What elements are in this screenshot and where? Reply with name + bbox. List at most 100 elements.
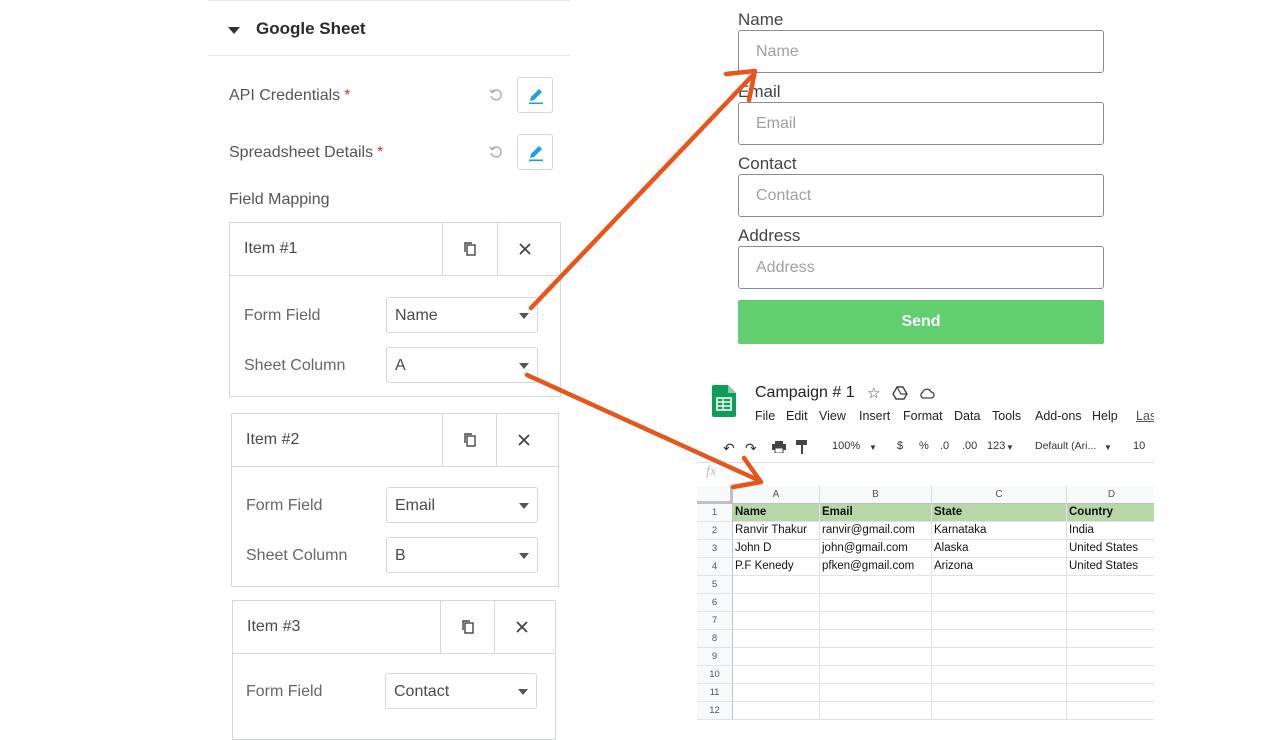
row-number[interactable]: 2 bbox=[697, 522, 733, 540]
redo-icon[interactable]: ↷ bbox=[745, 440, 757, 457]
row-number[interactable]: 7 bbox=[697, 612, 733, 630]
table-cell[interactable] bbox=[1067, 702, 1154, 720]
item-header[interactable]: Item #2 bbox=[232, 414, 558, 467]
column-header-a[interactable]: A bbox=[733, 486, 820, 504]
table-cell[interactable] bbox=[932, 648, 1067, 666]
reset-icon[interactable] bbox=[489, 88, 503, 102]
table-cell[interactable] bbox=[733, 612, 820, 630]
section-header-google-sheet[interactable]: Google Sheet bbox=[208, 0, 570, 56]
email-input[interactable] bbox=[738, 102, 1104, 145]
star-icon[interactable]: ☆ bbox=[867, 384, 880, 402]
decrease-decimal-button[interactable]: .0 bbox=[940, 440, 949, 452]
menu-edit[interactable]: Edit bbox=[786, 409, 808, 423]
sheet-column-select[interactable]: A bbox=[386, 347, 538, 383]
row-number[interactable]: 11 bbox=[697, 684, 733, 702]
chevron-down-icon[interactable]: ▼ bbox=[869, 443, 877, 452]
table-cell[interactable] bbox=[1067, 648, 1154, 666]
chevron-down-icon[interactable]: ▼ bbox=[1104, 443, 1112, 452]
remove-button[interactable] bbox=[494, 601, 549, 653]
table-cell[interactable]: United States bbox=[1067, 540, 1154, 558]
last-edit-link[interactable]: Las bbox=[1136, 409, 1154, 423]
table-cell[interactable] bbox=[733, 666, 820, 684]
menu-format[interactable]: Format bbox=[903, 409, 943, 423]
duplicate-button[interactable] bbox=[442, 223, 497, 275]
table-cell[interactable] bbox=[820, 594, 932, 612]
table-cell[interactable] bbox=[820, 666, 932, 684]
row-number[interactable]: 4 bbox=[697, 558, 733, 576]
table-cell[interactable] bbox=[820, 612, 932, 630]
table-cell[interactable]: John D bbox=[733, 540, 820, 558]
sheet-title[interactable]: Campaign # 1 bbox=[755, 384, 855, 402]
chevron-down-icon[interactable]: ▼ bbox=[1006, 443, 1014, 452]
table-cell[interactable] bbox=[820, 630, 932, 648]
column-header-c[interactable]: C bbox=[932, 486, 1067, 504]
table-cell[interactable] bbox=[932, 666, 1067, 684]
table-cell[interactable] bbox=[932, 702, 1067, 720]
row-number[interactable]: 10 bbox=[697, 666, 733, 684]
table-cell[interactable] bbox=[1067, 684, 1154, 702]
table-cell[interactable]: pfken@gmail.com bbox=[820, 558, 932, 576]
table-cell[interactable] bbox=[1067, 576, 1154, 594]
menu-file[interactable]: File bbox=[755, 409, 775, 423]
menu-add-ons[interactable]: Add-ons bbox=[1035, 409, 1082, 423]
table-cell[interactable] bbox=[820, 648, 932, 666]
table-cell[interactable]: United States bbox=[1067, 558, 1154, 576]
menu-data[interactable]: Data bbox=[954, 409, 980, 423]
column-header-d[interactable]: D bbox=[1067, 486, 1154, 504]
table-cell[interactable]: Arizona bbox=[932, 558, 1067, 576]
paint-format-icon[interactable] bbox=[796, 440, 808, 454]
row-number[interactable]: 3 bbox=[697, 540, 733, 558]
table-cell[interactable] bbox=[932, 576, 1067, 594]
table-cell[interactable] bbox=[932, 612, 1067, 630]
cloud-icon[interactable] bbox=[919, 387, 935, 399]
table-cell[interactable]: Karnataka bbox=[932, 522, 1067, 540]
item-header[interactable]: Item #3 bbox=[233, 601, 555, 654]
select-all-corner[interactable] bbox=[697, 486, 733, 504]
row-number[interactable]: 9 bbox=[697, 648, 733, 666]
duplicate-button[interactable] bbox=[442, 414, 497, 466]
table-cell[interactable]: P.F Kenedy bbox=[733, 558, 820, 576]
remove-button[interactable] bbox=[496, 414, 551, 466]
row-number[interactable]: 8 bbox=[697, 630, 733, 648]
table-cell[interactable]: India bbox=[1067, 522, 1154, 540]
edit-spreadsheet-details-button[interactable] bbox=[517, 134, 553, 170]
font-select[interactable]: Default (Ari... bbox=[1035, 440, 1096, 452]
column-header-b[interactable]: B bbox=[820, 486, 932, 504]
percent-button[interactable]: % bbox=[919, 440, 929, 452]
table-cell[interactable] bbox=[932, 594, 1067, 612]
header-cell[interactable]: Country bbox=[1067, 504, 1154, 522]
menu-tools[interactable]: Tools bbox=[992, 409, 1021, 423]
row-number[interactable]: 12 bbox=[697, 702, 733, 720]
table-cell[interactable]: Alaska bbox=[932, 540, 1067, 558]
reset-icon[interactable] bbox=[489, 145, 503, 159]
row-number[interactable]: 1 bbox=[697, 504, 733, 522]
duplicate-button[interactable] bbox=[440, 601, 495, 653]
table-cell[interactable]: john@gmail.com bbox=[820, 540, 932, 558]
menu-help[interactable]: Help bbox=[1092, 409, 1118, 423]
move-to-drive-icon[interactable] bbox=[892, 386, 908, 400]
print-icon[interactable] bbox=[772, 441, 786, 453]
table-cell[interactable] bbox=[733, 594, 820, 612]
more-formats-button[interactable]: 123 bbox=[987, 440, 1005, 452]
table-cell[interactable] bbox=[733, 648, 820, 666]
form-field-select[interactable]: Email bbox=[386, 487, 538, 523]
address-input[interactable] bbox=[738, 246, 1104, 289]
currency-button[interactable]: $ bbox=[897, 440, 903, 452]
form-field-select[interactable]: Contact bbox=[385, 673, 537, 709]
table-cell[interactable] bbox=[820, 684, 932, 702]
table-cell[interactable] bbox=[932, 684, 1067, 702]
table-cell[interactable] bbox=[733, 684, 820, 702]
item-header[interactable]: Item #1 bbox=[230, 223, 560, 276]
menu-view[interactable]: View bbox=[819, 409, 846, 423]
table-cell[interactable] bbox=[820, 702, 932, 720]
table-cell[interactable] bbox=[820, 576, 932, 594]
row-number[interactable]: 6 bbox=[697, 594, 733, 612]
table-cell[interactable]: Ranvir Thakur bbox=[733, 522, 820, 540]
row-number[interactable]: 5 bbox=[697, 576, 733, 594]
table-cell[interactable] bbox=[932, 630, 1067, 648]
header-cell[interactable]: State bbox=[932, 504, 1067, 522]
name-input[interactable] bbox=[738, 30, 1104, 73]
header-cell[interactable]: Email bbox=[820, 504, 932, 522]
table-cell[interactable] bbox=[733, 702, 820, 720]
contact-input[interactable] bbox=[738, 174, 1104, 217]
